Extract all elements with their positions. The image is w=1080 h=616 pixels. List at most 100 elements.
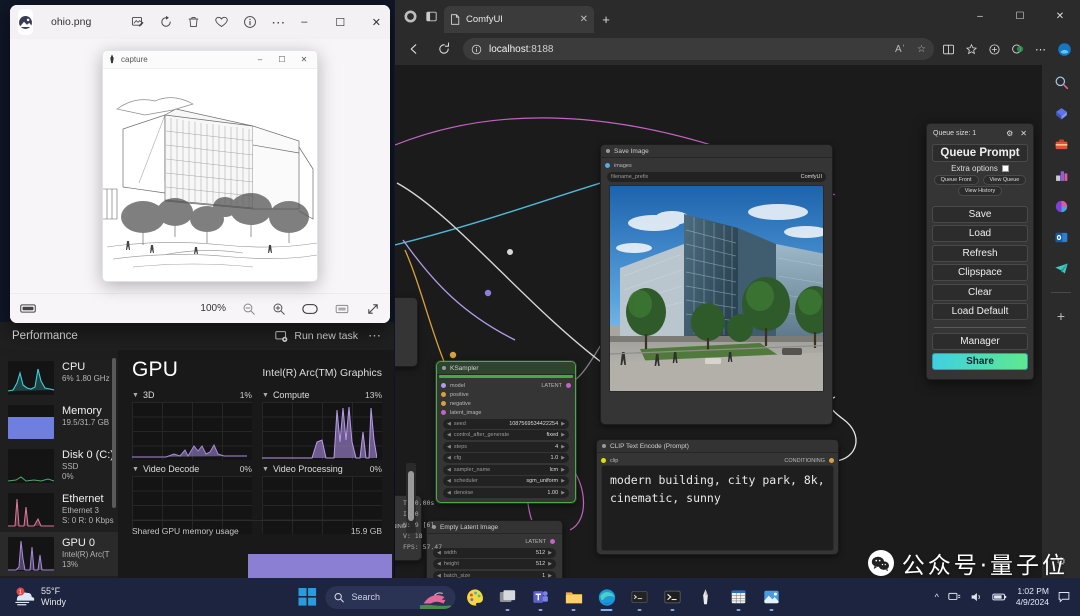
increment-icon[interactable]: ▶ <box>561 467 565 473</box>
widget-seed[interactable]: ◀ seed 1087569534422254 ▶ <box>443 419 569 429</box>
tabstrip-left-icons[interactable] <box>401 0 444 33</box>
increment-icon[interactable]: ▶ <box>561 478 565 484</box>
manager-button[interactable]: Manager <box>932 333 1028 350</box>
increment-icon[interactable]: ▶ <box>561 455 565 461</box>
view-history-button[interactable]: View History <box>958 186 1002 196</box>
copilot-icon[interactable] <box>1011 42 1025 56</box>
increment-icon[interactable]: ▶ <box>561 421 565 427</box>
minimize-button[interactable]: – <box>286 7 322 37</box>
clear-button[interactable]: Clear <box>932 284 1028 301</box>
widget-filename-prefix[interactable]: filename_prefix ComfyUI <box>607 172 826 182</box>
save-image-node[interactable]: Save Image images filename_prefix ComfyU… <box>600 144 833 425</box>
widget-cfg[interactable]: ◀ cfg 1.0 ▶ <box>443 453 569 463</box>
taskbar-app-paint3d[interactable] <box>461 583 489 611</box>
settings-more-icon[interactable]: ⋯ <box>1035 43 1047 56</box>
address-bar[interactable]: localhost:8188 A​ʿ ☆ <box>463 38 934 60</box>
widget-sampler-name[interactable]: ◀ sampler_name lcm ▶ <box>443 465 569 475</box>
refresh-button[interactable]: Refresh <box>932 245 1028 262</box>
fit-to-window-icon[interactable] <box>302 302 318 316</box>
decrement-icon[interactable]: ◀ <box>447 444 451 450</box>
browser-toolbar-right[interactable]: ⋯ <box>942 42 1072 57</box>
queue-front-button[interactable]: Queue Front <box>934 175 979 185</box>
taskbar-app-powershell[interactable] <box>659 583 687 611</box>
browser-window-controls[interactable]: – ☐ ✕ <box>960 0 1080 33</box>
save-button[interactable]: Save <box>932 206 1028 223</box>
taskbar-app-photos[interactable] <box>758 583 786 611</box>
collapse-dot-icon[interactable] <box>442 366 446 370</box>
widget-scheduler[interactable]: ◀ scheduler sgm_uniform ▶ <box>443 476 569 486</box>
ksampler-node[interactable]: KSampler model LATENT positive <box>436 361 576 503</box>
increment-icon[interactable]: ▶ <box>561 444 565 450</box>
minimize-button[interactable]: – <box>249 51 271 68</box>
chevron-down-icon[interactable]: ▼ <box>262 466 269 473</box>
more-options-icon[interactable]: ⋯ <box>271 14 286 31</box>
taskbar-app-notepad-pen[interactable] <box>692 583 720 611</box>
clip-node-header[interactable]: CLIP Text Encode (Prompt) <box>597 440 838 453</box>
more-options-icon[interactable]: ⋯ <box>368 328 382 344</box>
maximize-button[interactable]: ☐ <box>271 51 293 68</box>
widget-width[interactable]: ◀ width 512 ▶ <box>433 548 556 558</box>
decrement-icon[interactable]: ◀ <box>447 478 451 484</box>
tm-item-gpu[interactable]: GPU 0 Intel(R) Arc(T 13% <box>0 532 118 576</box>
share-button[interactable]: Share <box>932 353 1028 370</box>
taskbar-search-box[interactable]: Search <box>326 586 456 609</box>
load-default-button[interactable]: Load Default <box>932 303 1028 320</box>
rotate-icon[interactable] <box>159 15 173 29</box>
close-icon[interactable]: ✕ <box>1020 129 1027 138</box>
latent-node-header[interactable]: Empty Latent Image <box>427 521 562 534</box>
site-info-icon[interactable] <box>471 44 482 55</box>
widget-denoise[interactable]: ◀ denoise 1.00 ▶ <box>443 488 569 498</box>
copilot-icon[interactable] <box>403 9 418 24</box>
windows-taskbar[interactable]: 1 55°F Windy Search <box>0 578 1080 616</box>
edge-sidebar-rail[interactable]: + ⚙ <box>1042 65 1080 578</box>
filmstrip-icon[interactable] <box>20 302 36 315</box>
widget-height[interactable]: ◀ height 512 ▶ <box>433 559 556 569</box>
capture-window-controls[interactable]: – ☐ ✕ <box>249 51 315 68</box>
info-icon[interactable] <box>243 15 257 29</box>
save-image-node-header[interactable]: Save Image <box>601 145 832 158</box>
zoom-out-icon[interactable] <box>242 302 256 316</box>
widget-batch-size[interactable]: ◀ batch_size 1 ▶ <box>433 571 556 579</box>
increment-icon[interactable]: ▶ <box>548 550 552 556</box>
office-icon[interactable] <box>1052 197 1070 215</box>
notification-icon[interactable] <box>1058 591 1070 603</box>
tools-icon[interactable] <box>1052 135 1070 153</box>
tm-item-memory[interactable]: Memory 19.5/31.7 GB <box>0 400 118 444</box>
collapse-dot-icon[interactable] <box>606 149 610 153</box>
empty-latent-image-node[interactable]: Empty Latent Image LATENT ◀ width 512 ▶ <box>426 520 563 578</box>
fullscreen-icon[interactable] <box>366 302 380 316</box>
task-manager-scrollbar[interactable] <box>112 358 116 508</box>
taskbar-app-excel[interactable] <box>725 583 753 611</box>
collections-icon[interactable] <box>988 43 1001 56</box>
decrement-icon[interactable]: ◀ <box>447 421 451 427</box>
games-icon[interactable] <box>1052 166 1070 184</box>
taskbar-clock[interactable]: 1:02 PM 4/9/2024 <box>1016 586 1049 608</box>
chevron-down-icon[interactable]: ▼ <box>262 392 269 399</box>
decrement-icon[interactable]: ◀ <box>437 561 441 567</box>
chevron-down-icon[interactable]: ▼ <box>132 466 139 473</box>
actual-size-icon[interactable] <box>334 302 350 316</box>
shopping-icon[interactable] <box>1052 104 1070 122</box>
battery-icon[interactable] <box>992 591 1007 603</box>
tm-item-ethernet[interactable]: Ethernet Ethernet 3 S: 0 R: 0 Kbps <box>0 488 118 532</box>
increment-icon[interactable]: ▶ <box>561 490 565 496</box>
close-button[interactable]: ✕ <box>1040 0 1080 33</box>
extra-options-row[interactable]: Extra options <box>932 164 1028 173</box>
telegram-icon[interactable] <box>1052 259 1070 277</box>
extra-options-checkbox[interactable] <box>1002 165 1009 172</box>
favorite-star-icon[interactable]: ☆ <box>917 44 926 55</box>
taskbar-app-window[interactable] <box>494 583 522 611</box>
checkpoint-loader-node-partial[interactable]: L P <box>395 297 418 367</box>
taskbar-center-group[interactable]: Search <box>295 583 786 611</box>
refresh-icon[interactable] <box>433 38 455 60</box>
delete-icon[interactable] <box>187 15 200 29</box>
tm-item-disk[interactable]: Disk 0 (C:) SSD 0% <box>0 444 118 488</box>
widget-control-after-generate[interactable]: ◀ control_after_generate fixed ▶ <box>443 430 569 440</box>
show-hidden-icons-icon[interactable]: ^ <box>935 592 939 602</box>
taskbar-system-tray[interactable]: ^ 1:02 PM 4/9/2024 <box>935 586 1070 608</box>
decrement-icon[interactable]: ◀ <box>447 467 451 473</box>
volume-icon[interactable] <box>970 591 983 603</box>
widget-steps[interactable]: ◀ steps 4 ▶ <box>443 442 569 452</box>
favorite-icon[interactable] <box>214 15 229 29</box>
read-aloud-icon[interactable]: A​ʿ <box>895 44 905 55</box>
